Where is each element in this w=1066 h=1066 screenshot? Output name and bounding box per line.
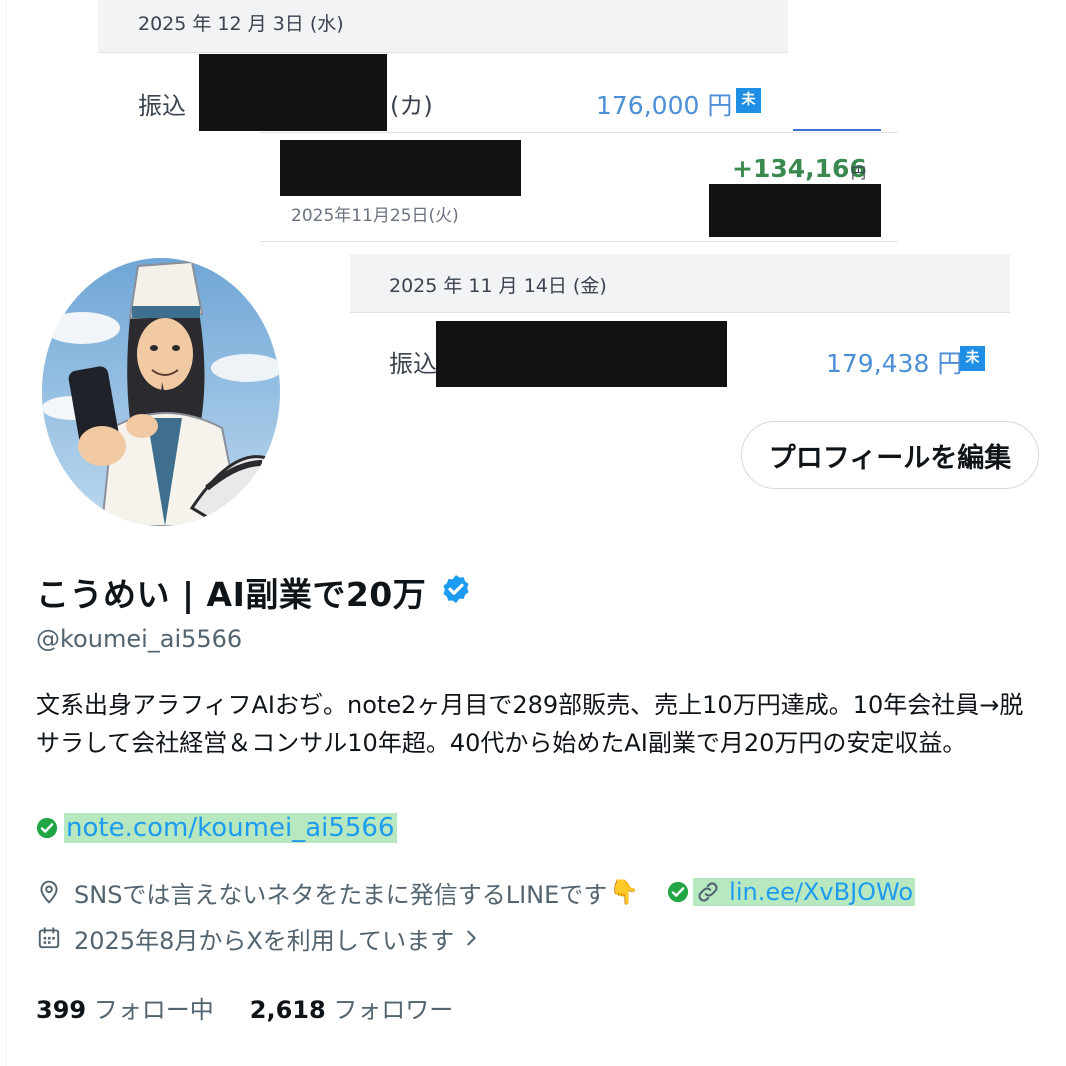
following-count: 399 <box>36 996 87 1024</box>
green-check-icon <box>36 817 58 839</box>
bio-link[interactable]: note.com/koumei_ai5566 <box>64 813 397 843</box>
chevron-right-icon <box>467 930 476 946</box>
pointing-down-emoji: 👇 <box>609 878 640 906</box>
banner-row1-amount: 176,000 円 <box>596 91 733 120</box>
followers-link[interactable]: 2,618 フォロワー <box>250 990 454 1025</box>
bio-link-row: note.com/koumei_ai5566 <box>36 810 397 846</box>
bio-text: 文系出身アラフィフAIおぢ。note2ヶ月目で289部販売、売上10万円達成。1… <box>36 691 1024 757</box>
redaction-box <box>709 184 881 237</box>
website-text: lin.ee/XvBJOWo <box>729 878 914 906</box>
following-link[interactable]: 399 フォロー中 <box>36 990 214 1025</box>
link-icon <box>698 882 718 902</box>
avatar-illustration <box>42 258 280 526</box>
banner-row2-label: 振込 <box>389 350 437 378</box>
following-label: フォロー中 <box>93 996 214 1024</box>
banner-row1-suffix: (カ) <box>390 92 433 120</box>
followers-count: 2,618 <box>249 996 326 1024</box>
follow-counts: 399 フォロー中 2,618 フォロワー <box>36 990 453 1025</box>
display-name: こうめい | AI副業で20万 <box>36 575 427 614</box>
banner-mid-yen: 円 <box>851 164 867 182</box>
banner-underline <box>793 129 881 131</box>
redaction-box <box>436 321 727 387</box>
joined-date: 2025年8月からXを利用しています <box>74 926 455 955</box>
redaction-box <box>199 54 387 131</box>
banner-date-2: 2025 年 11 月 14日 (金) <box>389 275 607 297</box>
green-check-icon <box>668 881 689 903</box>
banner-mid-amount: +134,166 <box>732 154 867 183</box>
banner-row2-amount: 179,438 円 <box>826 349 963 378</box>
website-link[interactable]: lin.ee/XvBJOWo <box>693 878 916 906</box>
followers-label: フォロワー <box>333 996 454 1024</box>
unconfirmed-badge: 未 <box>960 346 985 371</box>
redaction-box <box>280 140 521 196</box>
joined-date-row[interactable]: 2025年8月からXを利用しています <box>36 920 482 956</box>
column-divider <box>6 0 7 1066</box>
unconfirmed-badge: 未 <box>736 88 761 113</box>
edit-profile-button[interactable]: プロフィールを編集 <box>741 421 1039 489</box>
banner-date-band-2: 2025 年 11 月 14日 (金) <box>350 254 1010 313</box>
verified-badge-icon[interactable] <box>440 573 472 605</box>
banner-date-1: 2025 年 12 月 3日 (水) <box>138 13 344 35</box>
profile-meta-location-row: SNSでは言えないネタをたまに発信するLINEです 👇 lin.ee/XvBJO… <box>36 874 916 910</box>
user-handle: @koumei_ai5566 <box>36 625 243 653</box>
banner-date-band-1: 2025 年 12 月 3日 (水) <box>98 0 788 53</box>
banner-mid-date: 2025年11月25日(火) <box>291 206 459 226</box>
avatar[interactable] <box>42 258 280 526</box>
profile-location: SNSでは言えないネタをたまに発信するLINEです <box>74 880 608 909</box>
banner-row1-label: 振込 <box>138 92 186 120</box>
calendar-icon <box>38 927 60 949</box>
location-pin-icon <box>40 880 58 904</box>
